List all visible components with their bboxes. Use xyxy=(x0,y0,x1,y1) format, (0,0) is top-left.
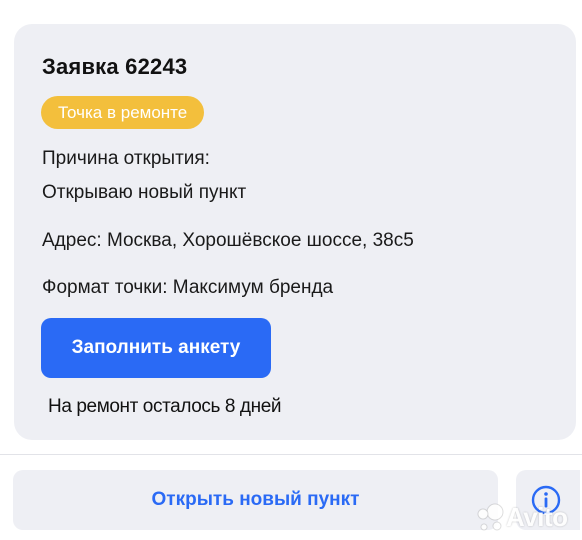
reason-value: Открываю новый пункт xyxy=(42,182,247,203)
repair-days-note: На ремонт осталось 8 дней xyxy=(48,396,282,417)
footer-divider xyxy=(0,454,582,455)
avito-logo-icon xyxy=(477,503,504,531)
status-badge: Точка в ремонте xyxy=(41,96,205,129)
request-title: Заявка 62243 xyxy=(42,54,188,79)
fill-form-button[interactable]: Заполнить анкету xyxy=(41,318,271,378)
avito-watermark-text: Avito xyxy=(506,502,568,532)
avito-watermark: Avito xyxy=(474,500,582,534)
address-text: Адрес: Москва, Хорошёвское шоссе, 38с5 xyxy=(42,230,414,251)
format-text: Формат точки: Максимум бренда xyxy=(42,277,334,298)
reason-label: Причина открытия: xyxy=(42,148,210,169)
open-new-point-button[interactable]: Открыть новый пункт xyxy=(13,470,498,530)
